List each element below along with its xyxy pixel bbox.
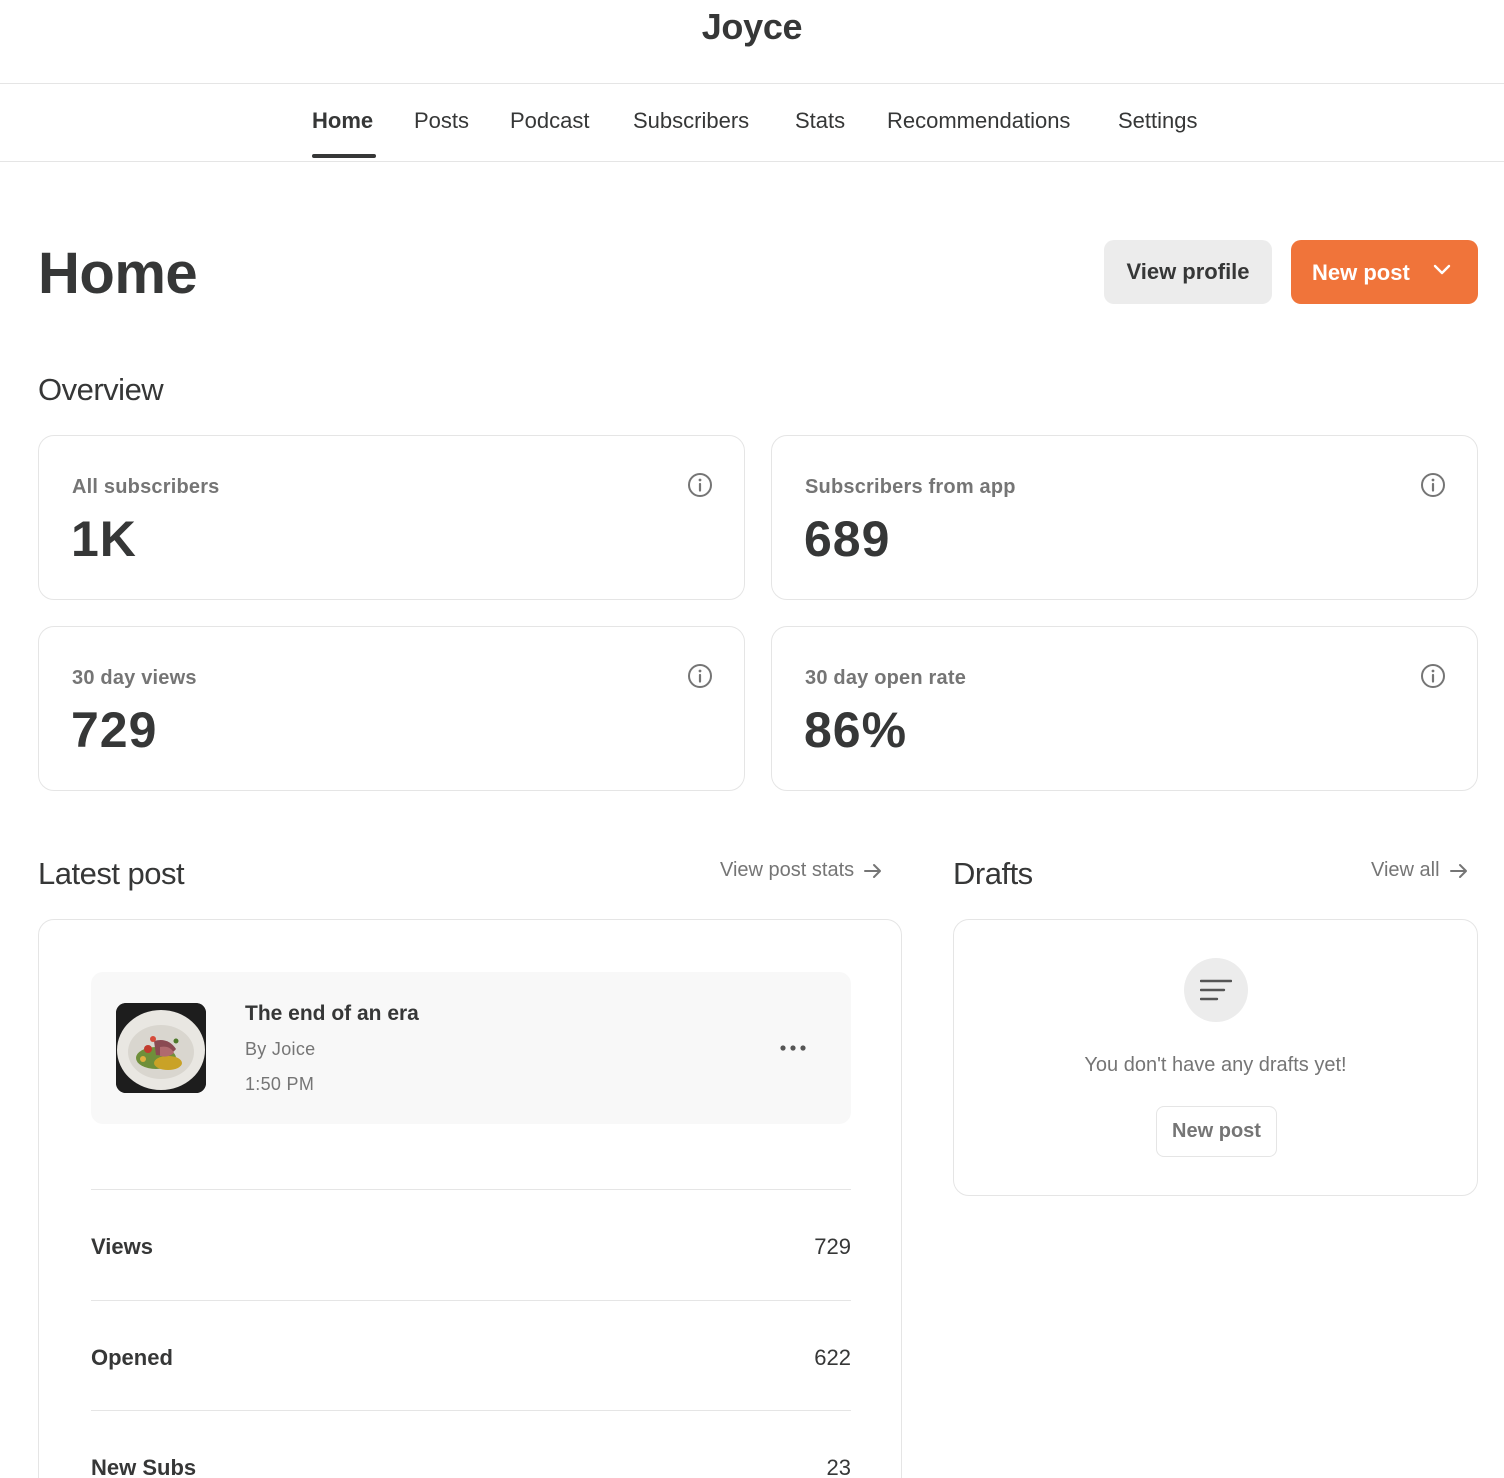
overview-title: Overview (38, 372, 164, 407)
post-title[interactable]: The end of an era (245, 1002, 419, 1026)
info-icon[interactable] (687, 663, 713, 689)
drafts-title: Drafts (953, 856, 1033, 891)
nav-item-subscribers[interactable]: Subscribers (633, 108, 749, 134)
stat-value: 1K (71, 511, 137, 567)
arrow-right-icon (864, 863, 882, 878)
view-post-stats-label: View post stats (720, 859, 855, 881)
chevron-down-icon (1433, 264, 1451, 275)
post-stat-label: Views (91, 1234, 153, 1259)
stat-label: Subscribers from app (805, 476, 1016, 498)
post-stat-row-new-subs: New Subs 23 (91, 1410, 851, 1478)
nav-item-posts[interactable]: Posts (414, 108, 469, 134)
latest-post-item[interactable]: The end of an era By Joice 1:50 PM (91, 972, 851, 1124)
nav-item-podcast[interactable]: Podcast (510, 108, 590, 134)
post-stat-value: 729 (814, 1234, 851, 1259)
stat-label: 30 day open rate (805, 667, 967, 689)
arrow-right-icon (1449, 863, 1467, 878)
stat-value: 729 (71, 702, 158, 758)
info-icon[interactable] (1420, 663, 1446, 689)
drafts-card: You don't have any drafts yet! New post (953, 919, 1478, 1196)
main-nav: Home Posts Podcast Subscribers Stats Rec… (0, 84, 1504, 162)
stat-card-30-day-views[interactable]: 30 day views 729 (38, 626, 745, 791)
view-all-label: View all (1371, 859, 1440, 881)
nav-item-settings[interactable]: Settings (1118, 108, 1198, 134)
text-lines-icon (1200, 979, 1232, 1001)
drafts-new-post-button[interactable]: New post (1156, 1106, 1277, 1157)
site-title[interactable]: Joyce (0, 6, 1504, 48)
info-icon[interactable] (687, 472, 713, 498)
view-all-drafts-link[interactable]: View all (1371, 859, 1470, 882)
post-stat-label: Opened (91, 1345, 173, 1370)
nav-item-stats[interactable]: Stats (795, 108, 845, 134)
view-profile-button[interactable]: View profile (1104, 240, 1272, 304)
new-post-button-label: New post (1312, 260, 1410, 285)
more-options-icon[interactable] (779, 1040, 807, 1056)
site-header: Joyce (0, 0, 1504, 84)
post-stat-value: 622 (814, 1345, 851, 1370)
nav-item-recommendations[interactable]: Recommendations (887, 108, 1070, 134)
latest-post-title: Latest post (38, 856, 185, 891)
view-post-stats-link[interactable]: View post stats (720, 859, 884, 882)
post-thumbnail (116, 1003, 206, 1093)
drafts-empty-message: You don't have any drafts yet! (1084, 1054, 1347, 1076)
post-stat-row-opened: Opened 622 (91, 1300, 851, 1410)
stat-card-subscribers-from-app[interactable]: Subscribers from app 689 (771, 435, 1478, 600)
new-post-button[interactable]: New post (1291, 240, 1478, 304)
stat-card-all-subscribers[interactable]: All subscribers 1K (38, 435, 745, 600)
food-plate-image (116, 1003, 206, 1093)
post-stat-value: 23 (826, 1455, 851, 1478)
drafts-icon-circle (1184, 958, 1248, 1022)
post-stat-label: New Subs (91, 1455, 197, 1478)
stat-label: 30 day views (72, 667, 197, 689)
latest-post-card: The end of an era By Joice 1:50 PM Views… (38, 919, 902, 1478)
active-tab-indicator (312, 154, 376, 158)
page-title: Home (38, 241, 198, 306)
stat-value: 86% (804, 702, 908, 758)
info-icon[interactable] (1420, 472, 1446, 498)
post-author: By Joice (245, 1039, 316, 1059)
post-time: 1:50 PM (245, 1074, 315, 1094)
stat-card-30-day-open-rate[interactable]: 30 day open rate 86% (771, 626, 1478, 791)
nav-item-home[interactable]: Home (312, 108, 373, 134)
stat-label: All subscribers (72, 476, 220, 498)
post-stat-row-views: Views 729 (91, 1189, 851, 1299)
stat-value: 689 (804, 511, 891, 567)
